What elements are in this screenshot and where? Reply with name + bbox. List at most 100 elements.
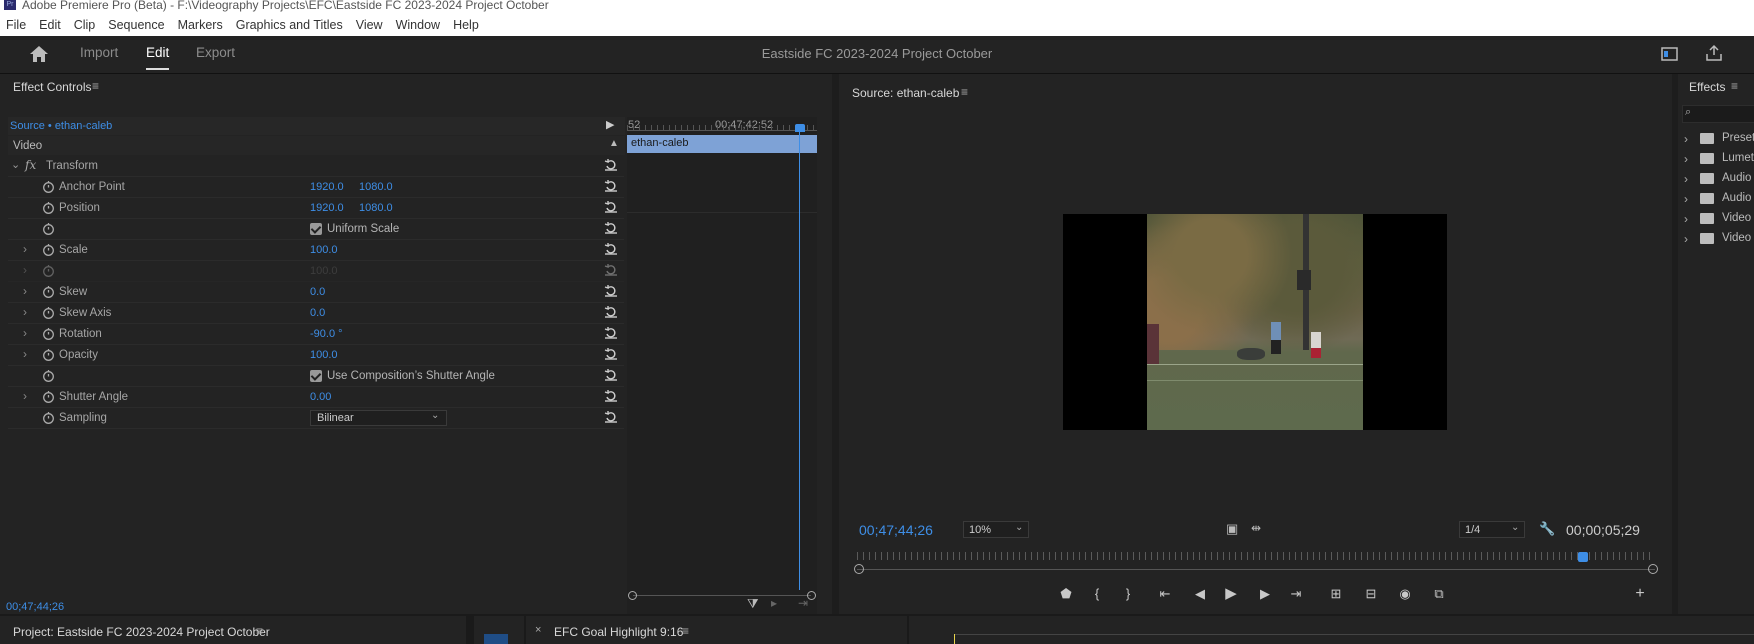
chevron-right-icon[interactable]: ›	[1684, 212, 1688, 226]
property-row[interactable]: › Scale 100.0	[8, 240, 624, 261]
stopwatch-icon[interactable]	[42, 306, 55, 319]
property-row[interactable]: › 100.0	[8, 261, 624, 282]
selection-tool-icon[interactable]	[484, 634, 508, 644]
reset-icon[interactable]	[604, 347, 618, 361]
reset-icon[interactable]	[604, 242, 618, 256]
go-to-in-icon[interactable]: ⇤	[1157, 586, 1173, 602]
playhead-line[interactable]	[799, 124, 800, 590]
chevron-right-icon[interactable]: ›	[1684, 152, 1688, 166]
property-row[interactable]: › Rotation -90.0 °	[8, 324, 624, 345]
zoom-handle-left[interactable]	[628, 591, 637, 600]
property-value[interactable]: 100.0	[310, 244, 338, 256]
stopwatch-icon[interactable]	[42, 243, 55, 256]
menu-file[interactable]: File	[6, 18, 26, 32]
reset-icon[interactable]	[604, 263, 618, 277]
source-clip-label[interactable]: Source • ethan-caleb	[10, 120, 112, 132]
property-row[interactable]: › Opacity 100.0	[8, 345, 624, 366]
stopwatch-icon[interactable]	[42, 180, 55, 193]
playhead-handle[interactable]	[795, 124, 805, 132]
reset-icon[interactable]	[604, 200, 618, 214]
add-marker-icon[interactable]: ⬟	[1058, 586, 1074, 602]
property-value[interactable]: 0.0	[310, 286, 325, 298]
chevron-down-icon[interactable]: ⌄	[11, 158, 20, 171]
panel-menu-icon[interactable]: ≡	[92, 79, 99, 93]
property-row[interactable]: › Skew Axis 0.0	[8, 303, 624, 324]
menu-clip[interactable]: Clip	[74, 18, 96, 32]
property-value[interactable]: 1920.0	[310, 181, 344, 193]
chevron-right-icon[interactable]: ›	[1684, 132, 1688, 146]
reset-icon[interactable]	[604, 326, 618, 340]
insert-icon[interactable]: ⊞	[1328, 586, 1344, 602]
property-row[interactable]: Uniform Scale	[8, 219, 624, 240]
property-row[interactable]: › Skew 0.0	[8, 282, 624, 303]
export-frame-camera-icon[interactable]: ◉	[1397, 586, 1413, 602]
property-value[interactable]: 100.0	[310, 349, 338, 361]
reset-icon[interactable]	[604, 368, 618, 382]
go-to-out-icon[interactable]: ⇥	[1288, 586, 1304, 602]
chevron-right-icon[interactable]: ›	[1684, 232, 1688, 246]
stopwatch-icon[interactable]	[42, 390, 55, 403]
transform-effect-row[interactable]: ⌄ fx Transform	[8, 156, 624, 177]
mark-out-icon[interactable]: }	[1120, 586, 1136, 602]
stopwatch-icon[interactable]	[42, 348, 55, 361]
property-value-2[interactable]: 1080.0	[359, 202, 393, 214]
program-playhead[interactable]	[954, 634, 955, 644]
menu-help[interactable]: Help	[453, 18, 479, 32]
stopwatch-icon[interactable]	[42, 411, 55, 424]
quick-export-icon[interactable]	[1661, 46, 1679, 62]
chevron-right-icon[interactable]: ›	[23, 284, 27, 298]
property-value[interactable]: 100.0	[310, 265, 338, 277]
reset-icon[interactable]	[604, 158, 618, 172]
play-icon[interactable]: ▶	[1223, 586, 1239, 602]
collapse-up-icon[interactable]: ▲	[609, 138, 619, 149]
effects-list-item[interactable]: › Video Effects	[1684, 211, 1754, 229]
chevron-right-icon[interactable]: ›	[23, 389, 27, 403]
reset-icon[interactable]	[604, 221, 618, 235]
chevron-right-icon[interactable]: ›	[1684, 172, 1688, 186]
stopwatch-icon[interactable]	[42, 222, 55, 235]
zoom-handle-right[interactable]	[807, 591, 816, 600]
property-row[interactable]: › Shutter Angle 0.00	[8, 387, 624, 408]
more-icon[interactable]: ⋮	[1748, 44, 1754, 61]
reset-icon[interactable]	[604, 284, 618, 298]
menu-sequence[interactable]: Sequence	[108, 18, 164, 32]
chevron-right-icon[interactable]: ›	[23, 263, 27, 277]
close-icon[interactable]: ×	[535, 624, 541, 636]
effects-list-item[interactable]: › Audio Transitions	[1684, 191, 1754, 209]
filter-icon[interactable]: ⧩	[747, 596, 759, 612]
menu-markers[interactable]: Markers	[178, 18, 223, 32]
stopwatch-icon[interactable]	[42, 264, 55, 277]
stopwatch-icon[interactable]	[42, 327, 55, 340]
menu-graphics-and-titles[interactable]: Graphics and Titles	[236, 18, 343, 32]
menu-window[interactable]: Window	[396, 18, 440, 32]
effects-search-input[interactable]: ⌕	[1682, 105, 1754, 123]
effect-controls-timecode[interactable]: 00;47;44;26	[6, 601, 64, 613]
menu-edit[interactable]: Edit	[39, 18, 61, 32]
chevron-right-icon[interactable]: ›	[23, 347, 27, 361]
property-value-2[interactable]: 1080.0	[359, 181, 393, 193]
chevron-right-icon[interactable]: ›	[23, 242, 27, 256]
fx-badge[interactable]: fx	[25, 158, 36, 172]
property-value[interactable]: -90.0 °	[310, 328, 343, 340]
panel-menu-icon[interactable]: ≡	[256, 624, 263, 638]
overwrite-icon[interactable]: ⊟	[1363, 586, 1379, 602]
property-row[interactable]: Sampling Bilinear ⌄	[8, 408, 624, 429]
checkbox[interactable]	[310, 223, 322, 235]
keyframe-area[interactable]: 52 00;47;42;52 ethan-caleb	[627, 117, 817, 614]
mark-in-icon[interactable]: {	[1089, 586, 1105, 602]
chevron-right-icon[interactable]: ›	[1684, 192, 1688, 206]
sequence-tab[interactable]: EFC Goal Highlight 9:16	[554, 625, 683, 639]
export-frame-icon[interactable]: ⇥	[798, 596, 808, 610]
effects-title[interactable]: Effects	[1689, 80, 1725, 94]
project-tab[interactable]: Project: Eastside FC 2023-2024 Project O…	[13, 625, 270, 639]
property-row[interactable]: Position 1920.0 1080.0	[8, 198, 624, 219]
show-timeline-arrow-icon[interactable]: ▶	[606, 118, 614, 131]
effects-list-item[interactable]: › Presets	[1684, 131, 1754, 149]
sampling-select[interactable]: Bilinear ⌄	[310, 410, 447, 426]
share-icon[interactable]	[1705, 44, 1723, 62]
checkbox[interactable]	[310, 370, 322, 382]
effects-list-item[interactable]: › Audio Effects	[1684, 171, 1754, 189]
panel-menu-icon[interactable]: ≡	[682, 624, 689, 638]
stopwatch-icon[interactable]	[42, 369, 55, 382]
clip-bar[interactable]: ethan-caleb	[627, 135, 817, 153]
